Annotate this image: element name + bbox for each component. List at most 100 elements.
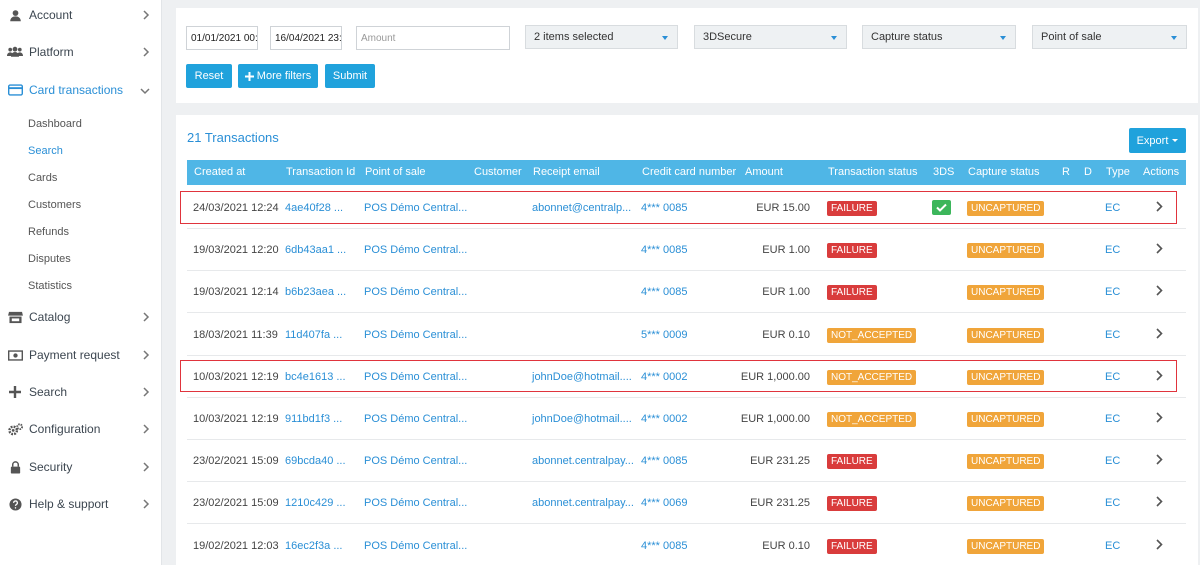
sidebar-subitem-cards[interactable]: Cards (28, 172, 57, 184)
sidebar-item-payment-request[interactable]: Payment request (0, 340, 162, 370)
sidebar-item-help-support[interactable]: Help & support (0, 489, 162, 519)
chevron-right-icon[interactable] (1156, 496, 1163, 510)
transaction-id-link[interactable]: 11d407fa ... (285, 314, 342, 356)
card-number-link[interactable]: 5*** 0009 (641, 314, 688, 356)
column-header[interactable]: Created at (194, 160, 245, 185)
sidebar-item-card-transactions[interactable]: Card transactions (0, 75, 162, 105)
chevron-right-icon[interactable] (1156, 328, 1163, 342)
point-of-sale-link[interactable]: POS Démo Central... (364, 525, 467, 565)
card-number-link[interactable]: 4*** 0085 (641, 440, 688, 482)
sidebar-item-catalog[interactable]: Catalog (0, 302, 162, 332)
store-icon (7, 309, 23, 325)
card-number-link[interactable]: 4*** 0085 (641, 229, 688, 271)
point-of-sale-select[interactable]: Point of sale (1032, 25, 1187, 49)
export-button[interactable]: Export (1129, 128, 1186, 153)
chevron-right-icon (143, 498, 150, 512)
sidebar-subitem-refunds[interactable]: Refunds (28, 226, 69, 238)
sidebar-item-search[interactable]: Search (0, 377, 162, 407)
sidebar-subitem-customers[interactable]: Customers (28, 199, 81, 211)
card-number-link[interactable]: 4*** 0002 (641, 398, 688, 440)
sidebar-item-account[interactable]: Account (0, 0, 162, 30)
point-of-sale-link[interactable]: POS Démo Central... (364, 440, 467, 482)
table-row[interactable]: 19/03/2021 12:20 6db43aa1 ... POS Démo Cen… (187, 229, 1186, 272)
card-number-link[interactable]: 4*** 0085 (641, 525, 688, 565)
3dsecure-select[interactable]: 3DSecure (694, 25, 847, 49)
column-header[interactable]: R (1062, 160, 1070, 185)
amount-cell: EUR 1.00 (762, 244, 810, 257)
column-header[interactable]: Amount (745, 160, 783, 185)
cogs-icon (7, 421, 23, 437)
results-title: 21 Transactions (187, 130, 279, 145)
chevron-right-icon[interactable] (1156, 412, 1163, 426)
sidebar-subitem-disputes[interactable]: Disputes (28, 253, 71, 265)
column-header[interactable]: Receipt email (533, 160, 600, 185)
type-link[interactable]: EC (1105, 482, 1120, 524)
transaction-status-badge: FAILURE (827, 243, 877, 259)
table-header: Created at Transaction Id Point of sale … (187, 160, 1186, 185)
table-row[interactable]: 23/02/2021 15:09 1210c429 ... POS Démo Cen… (187, 482, 1186, 525)
column-header[interactable]: Customer (474, 160, 522, 185)
sidebar-item-security[interactable]: Security (0, 452, 162, 482)
sidebar-subitem-search[interactable]: Search (28, 145, 63, 157)
type-link[interactable]: EC (1105, 398, 1120, 440)
point-of-sale-link[interactable]: POS Démo Central... (364, 314, 467, 356)
sidebar-item-label: Platform (29, 45, 74, 59)
transaction-id-link[interactable]: b6b23aea ... (285, 271, 346, 313)
column-header[interactable]: 3DS (933, 160, 954, 185)
highlight-box (180, 191, 1177, 224)
amount-input[interactable]: Amount (356, 26, 510, 50)
table-row[interactable]: 23/02/2021 15:09 69bcda40 ... POS Démo Cen… (187, 440, 1186, 483)
transaction-status-select[interactable]: 2 items selected (525, 25, 678, 49)
table-row[interactable]: 18/03/2021 11:39 11d407fa ... POS Démo Cen… (187, 314, 1186, 356)
type-link[interactable]: EC (1105, 525, 1120, 565)
type-link[interactable]: EC (1105, 229, 1120, 271)
column-header[interactable]: D (1084, 160, 1092, 185)
transaction-id-link[interactable]: 911bd1f3 ... (285, 398, 342, 440)
point-of-sale-link[interactable]: POS Démo Central... (364, 398, 467, 440)
sidebar-subitem-dashboard[interactable]: Dashboard (28, 118, 82, 130)
card-number-link[interactable]: 4*** 0085 (641, 271, 688, 313)
transaction-id-link[interactable]: 69bcda40 ... (285, 440, 346, 482)
sidebar-item-platform[interactable]: Platform (0, 37, 162, 67)
point-of-sale-link[interactable]: POS Démo Central... (364, 271, 467, 313)
column-header[interactable]: Type (1106, 160, 1130, 185)
column-header[interactable]: Transaction Id (286, 160, 355, 185)
date-to-input[interactable]: 16/04/2021 23: (270, 26, 342, 50)
reset-button[interactable]: Reset (186, 64, 232, 88)
caret-down-icon (831, 36, 837, 40)
date-from-input[interactable]: 01/01/2021 00: (186, 26, 258, 50)
card-number-link[interactable]: 4*** 0069 (641, 482, 688, 524)
type-link[interactable]: EC (1105, 314, 1120, 356)
transaction-id-link[interactable]: 1210c429 ... (285, 482, 346, 524)
column-header[interactable]: Point of sale (365, 160, 426, 185)
table-row[interactable]: 10/03/2021 12:19 911bd1f3 ... POS Démo Cen… (187, 398, 1186, 440)
point-of-sale-link[interactable]: POS Démo Central... (364, 229, 467, 271)
created-at-cell: 19/03/2021 12:20 (193, 244, 279, 257)
sidebar-item-label: Catalog (29, 310, 71, 324)
submit-button[interactable]: Submit (325, 64, 375, 88)
sidebar-item-configuration[interactable]: Configuration (0, 414, 162, 444)
table-row[interactable]: 19/03/2021 12:14 b6b23aea ... POS Démo Cen… (187, 271, 1186, 314)
capture-status-select[interactable]: Capture status (862, 25, 1016, 49)
column-header[interactable]: Transaction status (828, 160, 917, 185)
column-header[interactable]: Capture status (968, 160, 1040, 185)
receipt-email-link[interactable]: abonnet.centralpay... (532, 440, 634, 482)
table-row[interactable]: 19/02/2021 12:03 16ec2f3a ... POS Démo Cen… (187, 525, 1186, 565)
chevron-right-icon (143, 46, 150, 60)
amount-cell: EUR 1,000.00 (740, 413, 810, 425)
chevron-right-icon[interactable] (1156, 539, 1163, 553)
transaction-id-link[interactable]: 6db43aa1 ... (285, 229, 346, 271)
sidebar-subitem-statistics[interactable]: Statistics (28, 280, 72, 292)
receipt-email-link[interactable]: johnDoe@hotmail.... (532, 398, 632, 440)
transaction-status-badge: NOT_ACCEPTED (827, 327, 917, 343)
column-header[interactable]: Credit card number (642, 160, 736, 185)
chevron-right-icon[interactable] (1156, 285, 1163, 299)
type-link[interactable]: EC (1105, 440, 1120, 482)
chevron-right-icon[interactable] (1156, 454, 1163, 468)
transaction-id-link[interactable]: 16ec2f3a ... (285, 525, 343, 565)
more-filters-button[interactable]: More filters (238, 64, 318, 88)
receipt-email-link[interactable]: abonnet.centralpay... (532, 482, 634, 524)
chevron-right-icon[interactable] (1156, 243, 1163, 257)
type-link[interactable]: EC (1105, 271, 1120, 313)
point-of-sale-link[interactable]: POS Démo Central... (364, 482, 467, 524)
